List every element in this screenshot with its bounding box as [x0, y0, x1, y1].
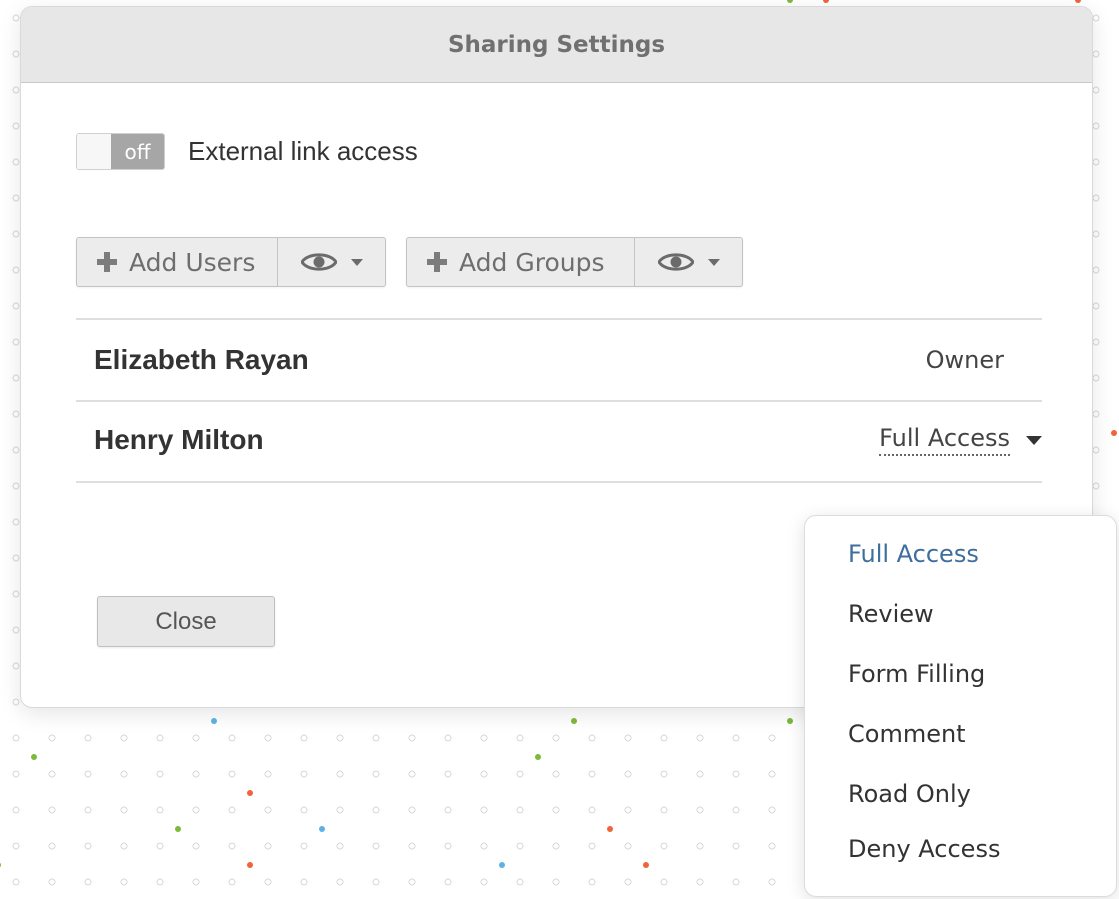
pattern-dot [31, 754, 37, 760]
external-link-toggle[interactable]: off [76, 133, 165, 170]
access-level-menu: Full Access Review Form Filling Comment … [804, 515, 1117, 897]
close-button[interactable]: Close [97, 596, 275, 647]
caret-down-icon [1026, 435, 1042, 445]
user-name: Henry Milton [94, 424, 264, 455]
menu-item-deny-access[interactable]: Deny Access [848, 835, 1000, 863]
plus-icon [97, 252, 117, 272]
menu-item-form-filling[interactable]: Form Filling [848, 660, 985, 688]
add-groups-permission-dropdown[interactable] [635, 238, 742, 286]
pattern-dot [823, 0, 829, 3]
pattern-dot [0, 862, 1, 868]
pattern-dot [607, 826, 613, 832]
dialog-header: Sharing Settings [21, 7, 1092, 83]
add-groups-group: Add Groups [406, 237, 743, 287]
pattern-dot [535, 754, 541, 760]
toggle-state-label: off [111, 134, 164, 169]
pattern-dot [319, 826, 325, 832]
eye-icon [657, 251, 694, 273]
add-groups-button[interactable]: Add Groups [407, 238, 635, 286]
toggle-knob [77, 134, 111, 169]
menu-item-full-access[interactable]: Full Access [848, 540, 979, 568]
user-row: Henry Milton Full Access [76, 400, 1042, 480]
add-groups-label: Add Groups [459, 247, 605, 277]
eye-icon [300, 251, 337, 273]
user-name: Elizabeth Rayan [94, 344, 309, 375]
user-role: Owner [925, 346, 1004, 374]
user-row: Elizabeth Rayan Owner [76, 320, 1042, 400]
chevron-down-icon [707, 258, 720, 266]
pattern-dot [787, 718, 793, 724]
pattern-dot [787, 0, 793, 3]
list-divider [76, 481, 1042, 483]
dialog-title: Sharing Settings [447, 31, 666, 58]
pattern-dot [499, 862, 505, 868]
add-users-permission-dropdown[interactable] [278, 238, 385, 286]
external-link-label: External link access [188, 136, 418, 166]
add-users-button[interactable]: Add Users [77, 238, 278, 286]
pattern-dot [247, 862, 253, 868]
chevron-down-icon [350, 258, 363, 266]
pattern-dot [1111, 430, 1117, 436]
plus-icon [427, 252, 447, 272]
role-dropdown-value: Full Access [879, 424, 1010, 456]
pattern-dot [247, 790, 253, 796]
pattern-dot [1075, 0, 1081, 3]
pattern-dot [571, 718, 577, 724]
menu-item-comment[interactable]: Comment [848, 720, 966, 748]
menu-item-read-only[interactable]: Road Only [848, 780, 971, 808]
add-users-label: Add Users [129, 247, 256, 277]
pattern-dot [211, 718, 217, 724]
external-link-row: off External link access [76, 133, 418, 170]
pattern-dot [643, 862, 649, 868]
pattern-dot [175, 826, 181, 832]
role-dropdown[interactable]: Full Access [879, 424, 1042, 456]
add-users-group: Add Users [76, 237, 386, 287]
menu-item-review[interactable]: Review [848, 600, 934, 628]
